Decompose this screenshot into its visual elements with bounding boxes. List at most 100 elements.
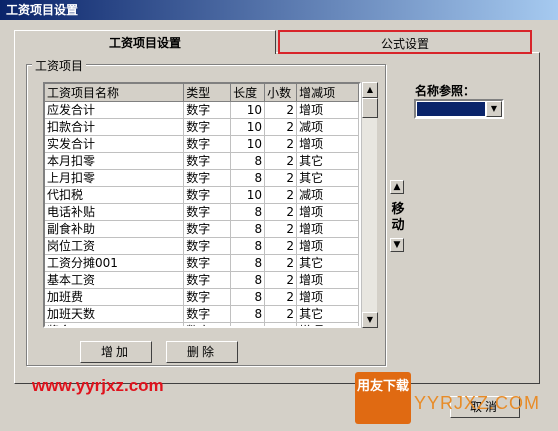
cell-length[interactable]: 8 (230, 305, 266, 323)
cell-type[interactable]: 数字 (183, 254, 232, 272)
cell-effect[interactable]: 减项 (296, 186, 359, 204)
table-row[interactable]: 本月扣零 数字 8 2 其它 (45, 152, 359, 170)
cell-length[interactable]: 8 (230, 288, 266, 306)
cell-name[interactable]: 本月扣零 (45, 152, 185, 170)
table-row[interactable]: 奖金数字82增项 (45, 322, 359, 326)
cell-decimals[interactable]: 2 (264, 288, 298, 306)
cell-effect[interactable]: 减项 (296, 118, 359, 136)
cell-length[interactable]: 10 (230, 135, 266, 153)
cell-length[interactable]: 8 (230, 220, 266, 238)
cell-decimals[interactable]: 2 (264, 169, 298, 187)
column-header-name[interactable]: 工资项目名称 (45, 84, 185, 102)
cell-decimals[interactable]: 2 (264, 135, 298, 153)
cell-name[interactable]: 加班天数 (45, 305, 185, 323)
cell-effect[interactable]: 增项 (296, 322, 359, 326)
table-row[interactable]: 实发合计 数字 10 2 增项 (45, 135, 359, 153)
cell-length[interactable]: 8 (230, 203, 266, 221)
cell-type[interactable]: 数字 (183, 288, 232, 306)
table-row[interactable]: 应发合计 数字 10 2 增项 (45, 101, 359, 119)
column-header-type[interactable]: 类型 (183, 84, 232, 102)
move-down-icon[interactable]: ▼ (390, 238, 404, 252)
cell-length[interactable]: 10 (230, 101, 266, 119)
cell-type[interactable]: 数字 (183, 220, 232, 238)
cell-name[interactable]: 实发合计 (45, 135, 185, 153)
cell-type[interactable]: 数字 (183, 322, 232, 326)
delete-button[interactable]: 删除 (166, 341, 238, 363)
cell-name[interactable]: 上月扣零 (45, 169, 185, 187)
grid-vertical-scrollbar[interactable]: ▲ ▼ (361, 82, 378, 328)
cell-effect[interactable]: 其它 (296, 169, 359, 187)
cell-decimals[interactable]: 2 (264, 305, 298, 323)
cell-effect[interactable]: 其它 (296, 305, 359, 323)
move-up-icon[interactable]: ▲ (390, 180, 404, 194)
tab-formula-settings[interactable]: 公式设置 (278, 30, 532, 54)
cell-length[interactable]: 8 (230, 322, 266, 326)
cell-type[interactable]: 数字 (183, 237, 232, 255)
cell-name[interactable]: 副食补助 (45, 220, 185, 238)
table-row[interactable]: 电话补贴 数字 8 2 增项 (45, 203, 359, 221)
cell-type[interactable]: 数字 (183, 203, 232, 221)
cell-name[interactable]: 应发合计 (45, 101, 185, 119)
scroll-up-icon[interactable]: ▲ (362, 82, 378, 98)
table-row[interactable]: 基本工资 数字 8 2 增项 (45, 271, 359, 289)
table-row[interactable]: 加班费 数字 8 2 增项 (45, 288, 359, 306)
cell-effect[interactable]: 其它 (296, 152, 359, 170)
cell-name[interactable]: 加班费 (45, 288, 185, 306)
cell-effect[interactable]: 增项 (296, 220, 359, 238)
table-row[interactable]: 副食补助 数字 8 2 增项 (45, 220, 359, 238)
table-row[interactable]: 工资分摊001 数字 8 2 其它 (45, 254, 359, 272)
cell-length[interactable]: 8 (230, 169, 266, 187)
tab-salary-items[interactable]: 工资项目设置 (14, 30, 276, 54)
scroll-thumb[interactable] (362, 98, 378, 118)
cell-length[interactable]: 10 (230, 118, 266, 136)
cell-decimals[interactable]: 2 (264, 220, 298, 238)
cell-effect[interactable]: 其它 (296, 254, 359, 272)
cell-type[interactable]: 数字 (183, 152, 232, 170)
add-button[interactable]: 增加 (80, 341, 152, 363)
cell-name[interactable]: 工资分摊001 (45, 254, 185, 272)
column-header-effect[interactable]: 增减项 (296, 84, 359, 102)
cell-effect[interactable]: 增项 (296, 203, 359, 221)
cell-decimals[interactable]: 2 (264, 203, 298, 221)
cell-type[interactable]: 数字 (183, 305, 232, 323)
cell-effect[interactable]: 增项 (296, 135, 359, 153)
cell-length[interactable]: 10 (230, 186, 266, 204)
cell-decimals[interactable]: 2 (264, 254, 298, 272)
cell-name[interactable]: 扣款合计 (45, 118, 185, 136)
cell-type[interactable]: 数字 (183, 271, 232, 289)
cell-name[interactable]: 电话补贴 (45, 203, 185, 221)
cell-type[interactable]: 数字 (183, 186, 232, 204)
column-header-decimals[interactable]: 小数 (264, 84, 298, 102)
cell-effect[interactable]: 增项 (296, 237, 359, 255)
table-row[interactable]: 上月扣零 数字 8 2 其它 (45, 169, 359, 187)
cell-type[interactable]: 数字 (183, 101, 232, 119)
cell-length[interactable]: 8 (230, 271, 266, 289)
table-row[interactable]: 扣款合计 数字 10 2 减项 (45, 118, 359, 136)
scroll-down-icon[interactable]: ▼ (362, 312, 378, 328)
name-reference-select[interactable]: ▼ (414, 99, 504, 119)
cell-effect[interactable]: 增项 (296, 288, 359, 306)
cell-decimals[interactable]: 2 (264, 101, 298, 119)
cell-decimals[interactable]: 2 (264, 152, 298, 170)
cell-decimals[interactable]: 2 (264, 322, 298, 326)
cell-length[interactable]: 8 (230, 152, 266, 170)
table-row[interactable]: 代扣税 数字 10 2 减项 (45, 186, 359, 204)
cell-name[interactable]: 代扣税 (45, 186, 185, 204)
table-row[interactable]: 加班天数 数字 8 2 其它 (45, 305, 359, 323)
cell-decimals[interactable]: 2 (264, 271, 298, 289)
cell-name[interactable]: 基本工资 (45, 271, 185, 289)
cell-decimals[interactable]: 2 (264, 237, 298, 255)
column-header-length[interactable]: 长度 (230, 84, 266, 102)
cell-length[interactable]: 8 (230, 254, 266, 272)
cell-type[interactable]: 数字 (183, 169, 232, 187)
cell-name[interactable]: 岗位工资 (45, 237, 185, 255)
cell-name[interactable]: 奖金 (45, 322, 185, 326)
cell-effect[interactable]: 增项 (296, 101, 359, 119)
table-row[interactable]: 岗位工资 数字 8 2 增项 (45, 237, 359, 255)
cell-type[interactable]: 数字 (183, 135, 232, 153)
cell-effect[interactable]: 增项 (296, 271, 359, 289)
cell-decimals[interactable]: 2 (264, 186, 298, 204)
chevron-down-icon[interactable]: ▼ (486, 101, 502, 117)
cell-decimals[interactable]: 2 (264, 118, 298, 136)
cell-length[interactable]: 8 (230, 237, 266, 255)
